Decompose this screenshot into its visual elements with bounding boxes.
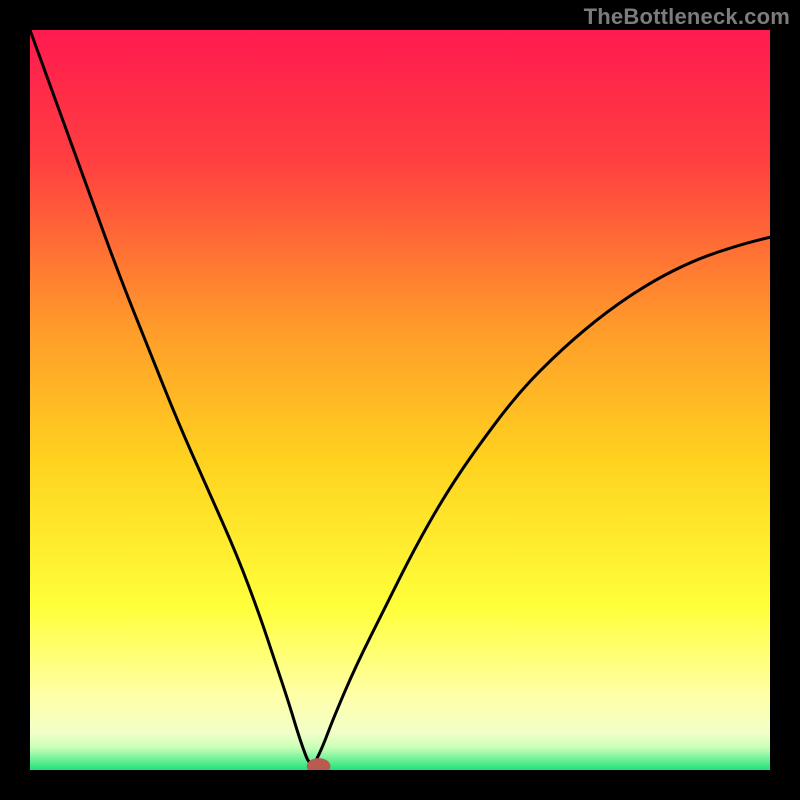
gradient-background [30,30,770,770]
watermark-label: TheBottleneck.com [584,4,790,30]
chart-svg [30,30,770,770]
plot-area [30,30,770,770]
chart-frame: TheBottleneck.com [0,0,800,800]
